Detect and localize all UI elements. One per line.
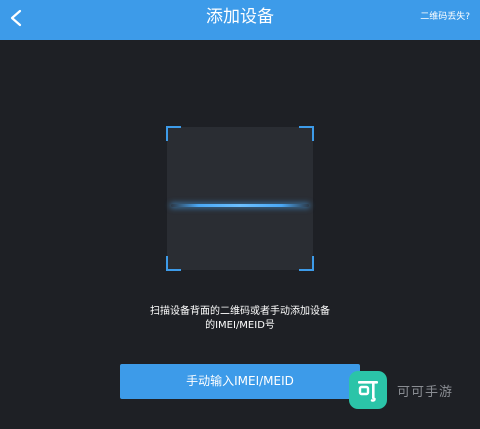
scanner-corner-bottom-left	[166, 256, 181, 271]
instruction-line-2: 的IMEI/MEID号	[205, 320, 275, 331]
qr-scanner-viewfinder	[166, 126, 314, 271]
scanner-corner-top-right	[299, 126, 314, 141]
scan-line	[171, 204, 309, 207]
qr-code-lost-link[interactable]: 二维码丢失?	[420, 10, 470, 24]
page-title: 添加设备	[206, 7, 274, 27]
manual-input-button[interactable]: 手动输入IMEI/MEID	[120, 364, 360, 399]
watermark: 可可手游	[349, 371, 453, 409]
scanner-corner-top-left	[166, 126, 181, 141]
instruction-line-1: 扫描设备背面的二维码或者手动添加设备	[150, 306, 330, 317]
watermark-text: 可可手游	[397, 384, 454, 400]
scanner-corner-bottom-right	[299, 256, 314, 271]
watermark-logo-icon	[349, 371, 387, 409]
scan-instruction: 扫描设备背面的二维码或者手动添加设备 的IMEI/MEID号	[140, 305, 340, 333]
top-bar: 添加设备 二维码丢失?	[0, 0, 480, 40]
